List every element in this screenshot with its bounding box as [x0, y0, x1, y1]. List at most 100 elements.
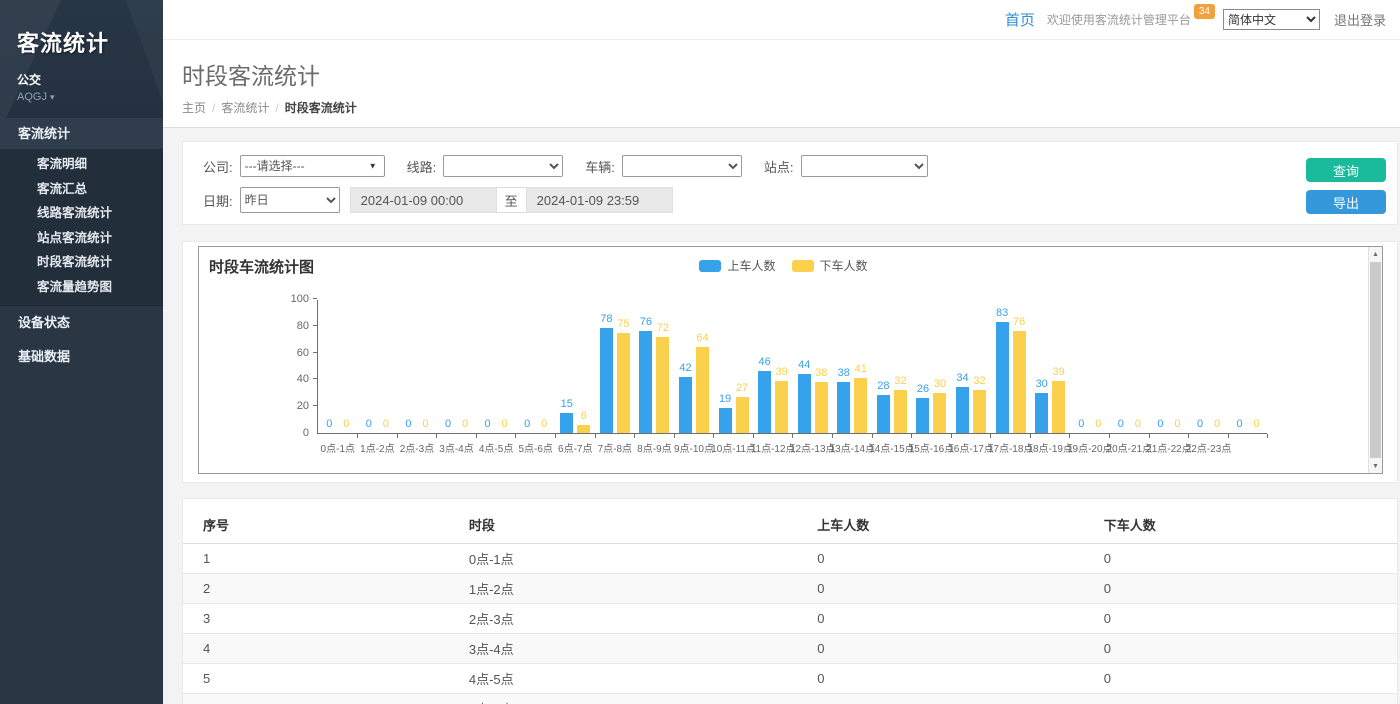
table-row: 10点-1点00 — [183, 544, 1397, 574]
chart-category: 343216点-17点 — [951, 300, 991, 433]
sidebar-menu: 客流统计客流明细客流汇总线路客流统计站点客流统计时段客流统计客流量趋势图设备状态… — [0, 118, 163, 374]
table-cell: 3 — [183, 604, 449, 634]
scrollbar-up-arrow-icon[interactable]: ▲ — [1369, 247, 1382, 261]
x-axis-label: 4点-5点 — [479, 440, 513, 455]
boarding-bar — [956, 387, 969, 433]
alighting-bar — [775, 381, 788, 433]
table-cell: 0 — [797, 664, 1084, 694]
y-tick-label: 20 — [279, 400, 309, 412]
bar-value-label: 30 — [1036, 379, 1048, 390]
bar-value-label: 0 — [1078, 419, 1084, 430]
sidebar-section[interactable]: 基础数据 — [0, 340, 163, 374]
sidebar-item[interactable]: 客流汇总 — [0, 177, 163, 202]
y-tick-label: 40 — [279, 373, 309, 385]
table-cell: 0 — [797, 694, 1084, 704]
home-link[interactable]: 首页 — [1005, 9, 1035, 30]
alighting-bar — [1052, 381, 1065, 433]
query-button[interactable]: 查询 — [1306, 158, 1386, 182]
date-preset-select[interactable]: 昨日 — [240, 187, 340, 213]
table-column-header: 下车人数 — [1084, 509, 1397, 544]
sidebar-item[interactable]: 客流明细 — [0, 152, 163, 177]
date-filter: 日期: 昨日 至 — [203, 187, 673, 213]
bar-value-label: 76 — [1013, 317, 1025, 328]
table-cell: 0 — [1084, 634, 1397, 664]
chart-category: 0022点-23点 — [1189, 300, 1229, 433]
chart-category: 0021点-22点 — [1149, 300, 1189, 433]
sidebar-item[interactable]: 站点客流统计 — [0, 226, 163, 251]
sidebar-item[interactable]: 线路客流统计 — [0, 201, 163, 226]
line-select[interactable] — [443, 155, 563, 177]
breadcrumb-link[interactable]: 主页 — [182, 101, 206, 115]
station-label: 站点: — [764, 157, 794, 176]
main-area: 首页 欢迎使用客流统计管理平台 34 简体中文 退出登录 时段客流统计 主页/客… — [163, 0, 1400, 704]
x-axis-label: 0点-1点 — [321, 440, 355, 455]
date-to-input[interactable] — [526, 187, 673, 213]
boarding-bar — [639, 331, 652, 433]
bar-value-label: 75 — [617, 319, 629, 330]
bar-value-label: 0 — [445, 419, 451, 430]
bar-value-label: 39 — [776, 367, 788, 378]
legend-item: 下车人数 — [792, 257, 868, 274]
chart-category: 463911点-12点 — [753, 300, 793, 433]
sidebar-section[interactable]: 设备状态 — [0, 306, 163, 340]
station-filter: 站点: — [764, 155, 928, 177]
x-axis-label: 11点-12点 — [751, 440, 796, 455]
org-switcher[interactable]: AQGJ▾ — [17, 91, 163, 103]
boarding-bar — [877, 395, 890, 433]
chart-category: 0020点-21点 — [1110, 300, 1150, 433]
language-select[interactable]: 简体中文 — [1223, 9, 1320, 30]
table-cell: 2点-3点 — [449, 604, 797, 634]
table-cell: 4 — [183, 634, 449, 664]
content-area: 公司: ---请选择--- 线路: 车辆: — [163, 128, 1400, 704]
bar-value-label: 0 — [541, 419, 547, 430]
table-cell: 1点-2点 — [449, 574, 797, 604]
page-header: 时段客流统计 主页/客流统计/时段客流统计 — [163, 40, 1400, 128]
sidebar-item[interactable]: 时段客流统计 — [0, 250, 163, 275]
vehicle-label: 车辆: — [585, 157, 615, 176]
alighting-bar — [1013, 331, 1026, 433]
x-axis-label: 2点-3点 — [400, 440, 434, 455]
alighting-bar — [894, 390, 907, 433]
table-cell: 0点-1点 — [449, 544, 797, 574]
bar-value-label: 0 — [366, 419, 372, 430]
alighting-bar — [696, 347, 709, 433]
table-header: 序号时段上车人数下车人数 — [183, 509, 1397, 544]
chart-category: 000点-1点 — [318, 300, 358, 433]
vehicle-select[interactable] — [622, 155, 742, 177]
sidebar-item[interactable]: 客流量趋势图 — [0, 275, 163, 300]
table-cell: 2 — [183, 574, 449, 604]
breadcrumb: 主页/客流统计/时段客流统计 — [182, 99, 1400, 116]
app-logo: 客流统计 — [17, 26, 163, 58]
boarding-bar — [758, 371, 771, 433]
chart-category: 837617点-18点 — [991, 300, 1031, 433]
scrollbar-down-arrow-icon[interactable]: ▼ — [1369, 459, 1382, 473]
bar-value-label: 27 — [736, 383, 748, 394]
chart-vertical-scrollbar[interactable]: ▲ ▼ — [1368, 247, 1382, 473]
x-axis-label: 5点-6点 — [518, 440, 552, 455]
table-cell: 0 — [1084, 574, 1397, 604]
date-from-input[interactable] — [350, 187, 497, 213]
x-axis-label: 22点-23点 — [1186, 440, 1232, 455]
bar-value-label: 64 — [696, 333, 708, 344]
logout-link[interactable]: 退出登录 — [1334, 10, 1386, 29]
company-select[interactable]: ---请选择--- — [240, 155, 385, 177]
table-row: 43点-4点00 — [183, 634, 1397, 664]
y-tick-label: 80 — [279, 320, 309, 332]
bar-value-label: 42 — [679, 363, 691, 374]
alighting-bar — [736, 397, 749, 433]
y-tick-mark — [313, 298, 317, 299]
boarding-bar — [560, 413, 573, 433]
org-name: 公交 — [17, 71, 163, 88]
line-filter: 线路: — [407, 155, 564, 177]
date-range-separator: 至 — [497, 187, 526, 213]
station-select[interactable] — [801, 155, 928, 177]
filter-row-1: 公司: ---请选择--- 线路: 车辆: — [203, 155, 1397, 177]
sidebar: 客流统计 公交 AQGJ▾ 客流统计客流明细客流汇总线路客流统计站点客流统计时段… — [0, 0, 163, 704]
scrollbar-thumb[interactable] — [1370, 262, 1381, 458]
chart-category: 005点-6点 — [516, 300, 556, 433]
breadcrumb-link[interactable]: 客流统计 — [221, 101, 269, 115]
breadcrumb-current: 时段客流统计 — [285, 101, 357, 115]
export-button[interactable]: 导出 — [1306, 190, 1386, 214]
boarding-bar — [837, 382, 850, 433]
sidebar-section[interactable]: 客流统计 — [0, 118, 163, 149]
